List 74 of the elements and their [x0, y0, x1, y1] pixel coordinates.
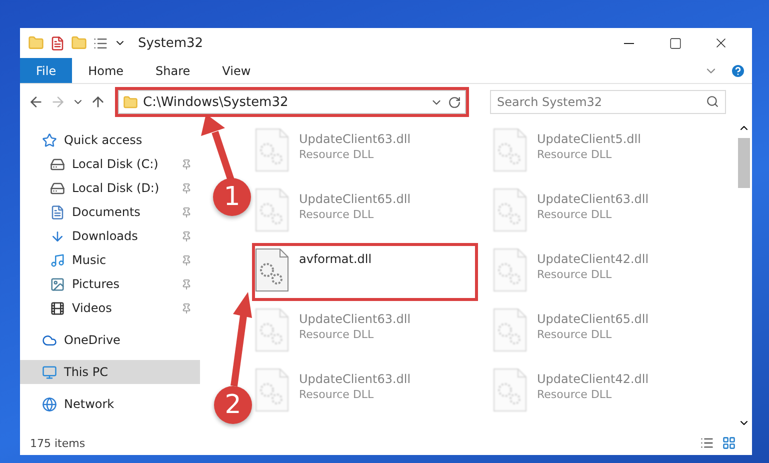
properties-icon[interactable] [50, 36, 65, 50]
ribbon-tab[interactable]: File [20, 58, 72, 83]
ribbon-tab[interactable]: Share [140, 58, 206, 83]
sidebar-item[interactable]: Music [20, 248, 200, 272]
file-item[interactable]: UpdateClient65.dll Resource DLL [253, 184, 477, 240]
item-count: 175 items [30, 436, 86, 450]
minimize-icon [624, 42, 634, 44]
forward-button[interactable] [50, 94, 66, 110]
ribbon-tab[interactable]: View [206, 58, 267, 83]
folder-icon [123, 94, 138, 110]
pin-icon[interactable] [181, 206, 192, 218]
address-bar[interactable]: C:\Windows\System32 [118, 90, 466, 114]
sidebar-item[interactable]: Videos [20, 296, 200, 320]
sidebar-item[interactable]: This PC [20, 360, 200, 384]
music-note-icon [50, 252, 65, 268]
file-gear-icon [493, 188, 527, 232]
help-icon[interactable] [730, 62, 746, 78]
file-item[interactable]: UpdateClient63.dll Resource DLL [253, 304, 477, 360]
file-item[interactable]: UpdateClient63.dll Resource DLL [253, 124, 477, 180]
file-gear-icon [493, 308, 527, 352]
maximize-icon [668, 36, 682, 50]
file-gear-icon [493, 248, 527, 292]
download-icon [50, 228, 65, 244]
file-item[interactable]: avformat.dll [253, 244, 477, 300]
pin-icon[interactable] [181, 182, 192, 194]
file-gear-icon [493, 368, 527, 412]
arrow-drawing [201, 114, 237, 180]
sidebar-item[interactable]: Documents [20, 200, 200, 224]
picture-icon [50, 276, 65, 292]
file-item[interactable]: UpdateClient42.dll Resource DLL [491, 364, 715, 420]
file-item[interactable]: UpdateClient5.dll Resource DLL [491, 124, 715, 180]
search-field[interactable]: Search System32 [490, 90, 726, 114]
sidebar-item[interactable]: Downloads [20, 224, 200, 248]
new-folder-icon[interactable] [71, 35, 87, 51]
pin-icon[interactable] [181, 302, 192, 314]
monitor-icon [42, 364, 57, 380]
pin-icon[interactable] [181, 158, 192, 170]
file-item[interactable]: UpdateClient63.dll Resource DLL [253, 364, 477, 420]
window-title: System32 [138, 36, 204, 50]
star-icon [42, 132, 57, 148]
file-gear-icon [255, 188, 289, 232]
file-item[interactable]: UpdateClient63.dll Resource DLL [491, 184, 715, 240]
ribbon-tab[interactable]: Home [72, 58, 140, 83]
document-icon [50, 204, 65, 220]
customize-icon[interactable] [93, 36, 108, 50]
film-icon [50, 300, 65, 316]
pin-icon[interactable] [181, 254, 192, 266]
globe-icon [42, 396, 57, 412]
file-gear-icon [255, 128, 289, 172]
drive-icon [50, 156, 65, 172]
pin-icon[interactable] [181, 278, 192, 290]
file-item[interactable]: UpdateClient65.dll Resource DLL [491, 304, 715, 360]
scrollbar-thumb[interactable] [738, 138, 750, 188]
drive-icon [50, 180, 65, 196]
refresh-icon[interactable] [448, 96, 461, 108]
sidebar-item[interactable]: OneDrive [20, 328, 200, 352]
file-gear-icon [255, 248, 289, 292]
folder-icon[interactable] [28, 35, 44, 51]
sidebar-item[interactable]: Quick access [20, 128, 200, 152]
sidebar-item[interactable]: Pictures [20, 272, 200, 296]
details-view-icon[interactable] [700, 436, 714, 450]
sidebar-item[interactable]: Network [20, 392, 200, 416]
tiles-view-icon[interactable] [722, 436, 736, 450]
pin-icon[interactable] [181, 230, 192, 242]
file-item[interactable]: UpdateClient42.dll Resource DLL [491, 244, 715, 300]
sidebar-item[interactable]: Local Disk (D:) [20, 176, 200, 200]
back-button[interactable] [28, 94, 44, 110]
file-gear-icon [255, 368, 289, 412]
up-button[interactable] [90, 94, 106, 110]
search-icon[interactable] [706, 95, 719, 108]
file-gear-icon [255, 308, 289, 352]
sidebar-item[interactable]: Local Disk (C:) [20, 152, 200, 176]
cloud-icon [42, 332, 57, 348]
file-gear-icon [493, 128, 527, 172]
